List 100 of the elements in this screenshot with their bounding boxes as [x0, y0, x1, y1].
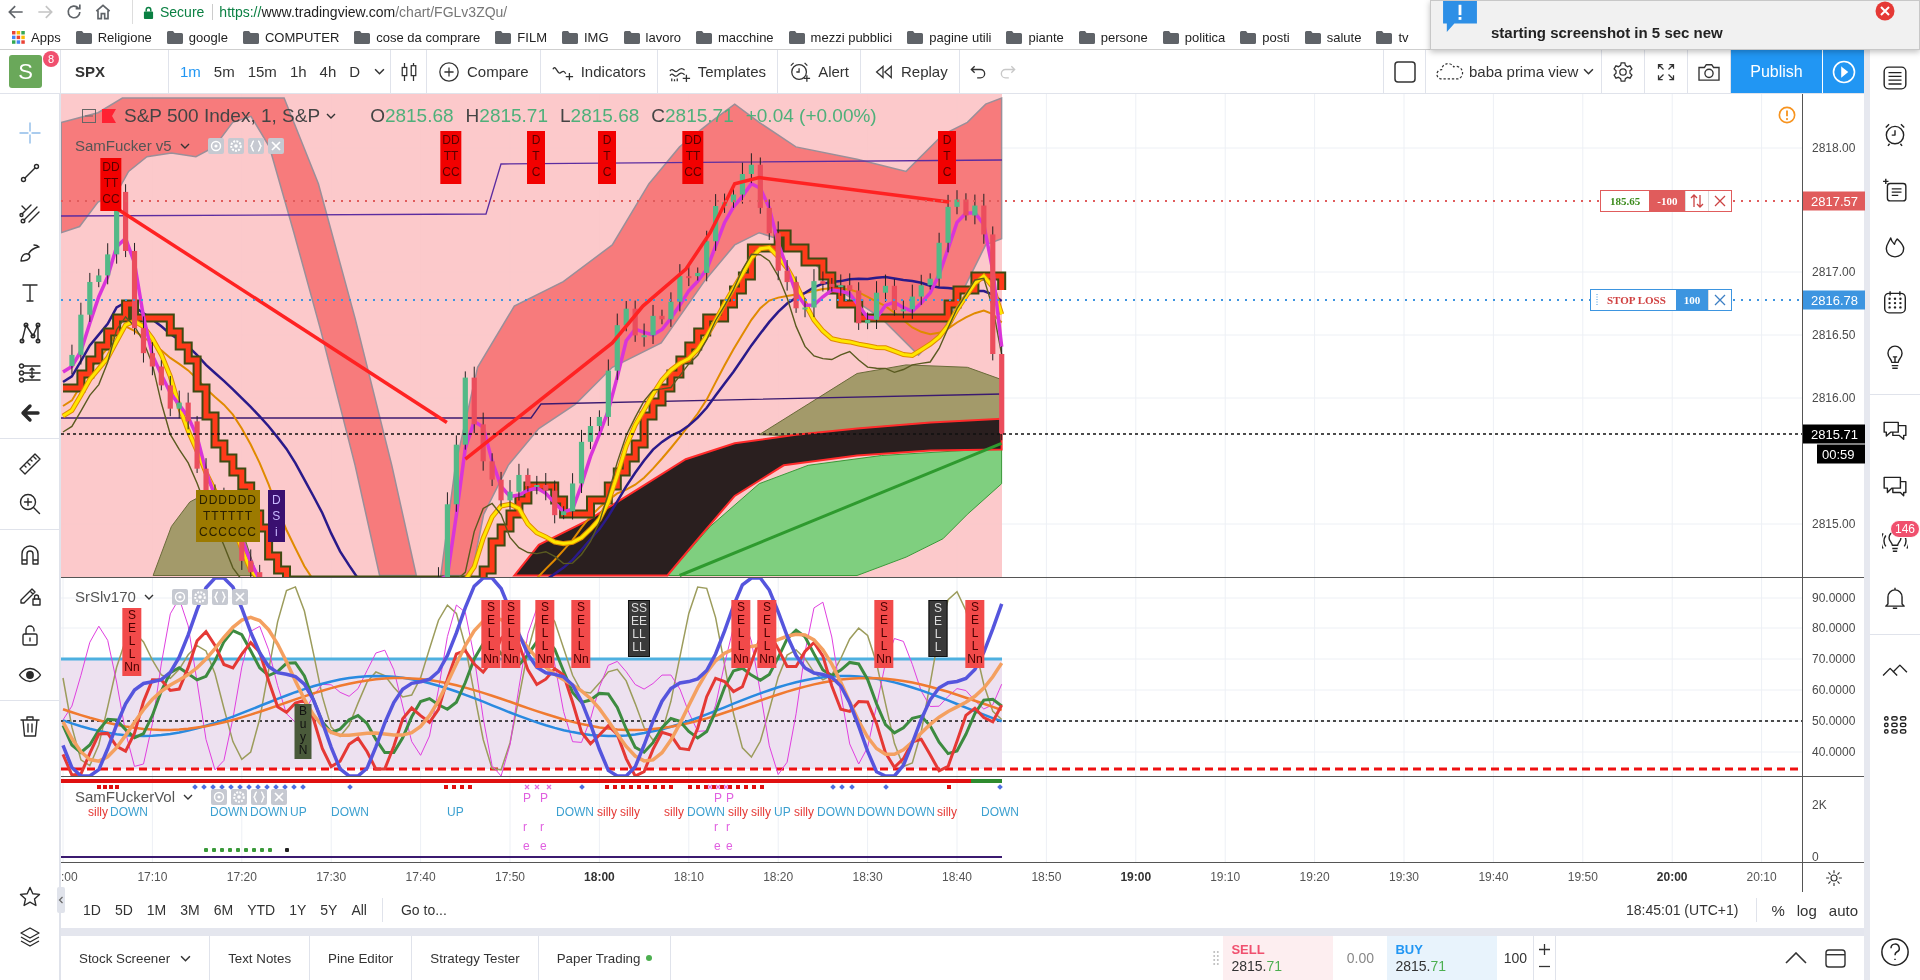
folder-icon[interactable] — [695, 30, 712, 44]
folder-icon[interactable] — [1240, 30, 1257, 44]
folder-icon[interactable] — [1376, 30, 1393, 44]
scale-button[interactable]: % — [1765, 896, 1791, 924]
collapse-tab-icon[interactable] — [57, 887, 65, 913]
range-button[interactable]: All — [344, 896, 374, 924]
compare-button[interactable]: Compare — [438, 60, 529, 83]
folder-icon[interactable] — [1304, 30, 1321, 44]
range-button[interactable]: 5Y — [313, 896, 345, 924]
bookmark-link[interactable]: posti — [1262, 29, 1290, 45]
templates-button[interactable]: Templates — [668, 60, 767, 83]
bell-icon[interactable] — [1882, 585, 1908, 611]
alert-button[interactable]: Alert — [789, 60, 849, 83]
help-icon[interactable] — [1880, 937, 1910, 967]
folder-icon[interactable] — [561, 30, 578, 44]
folder-icon[interactable] — [354, 30, 371, 44]
bookmark-link[interactable]: lavoro — [645, 29, 681, 45]
quantity-field[interactable]: 100 — [1497, 936, 1535, 980]
bookmark-link[interactable]: Religione — [97, 29, 152, 45]
panel-tab[interactable]: Strategy Tester — [412, 936, 539, 980]
star-icon[interactable] — [17, 885, 42, 909]
panel-tab[interactable]: Pine Editor — [310, 936, 413, 980]
symbol-search[interactable]: SPX — [75, 63, 105, 80]
range-button[interactable]: 3M — [173, 896, 207, 924]
interval-button[interactable]: 1h — [283, 56, 313, 87]
panel-tab[interactable]: Stock Screener — [61, 936, 211, 980]
interval-button[interactable]: 5m — [207, 56, 241, 87]
folder-icon[interactable] — [623, 30, 640, 44]
candles-icon[interactable] — [399, 60, 418, 83]
zoom-in-icon[interactable] — [17, 492, 42, 516]
panel-tab[interactable]: Paper Trading — [538, 936, 672, 980]
range-button[interactable]: 6M — [206, 896, 241, 924]
goto-button[interactable]: Go to... — [391, 896, 454, 924]
reload-icon[interactable] — [64, 2, 84, 22]
home-icon[interactable] — [93, 2, 113, 22]
bookmark-link[interactable]: politica — [1184, 29, 1226, 45]
folder-icon[interactable] — [166, 30, 183, 44]
bookmark-link[interactable]: google — [188, 29, 228, 45]
caret-icon[interactable] — [374, 68, 386, 75]
bookmark-link[interactable]: mezzi pubblici — [810, 29, 893, 45]
folder-icon[interactable] — [1078, 30, 1095, 44]
chevron-up-icon[interactable] — [1785, 952, 1807, 964]
folder-icon[interactable] — [242, 30, 259, 44]
range-button[interactable]: 1Y — [282, 896, 314, 924]
document-icon[interactable] — [1882, 177, 1908, 203]
range-button[interactable]: 5D — [107, 896, 140, 924]
plus-icon[interactable] — [1539, 944, 1551, 955]
list-icon[interactable] — [1882, 65, 1908, 91]
camera-icon[interactable] — [1697, 61, 1721, 82]
brush-icon[interactable] — [17, 241, 42, 265]
folder-icon[interactable] — [1006, 30, 1023, 44]
indicators-button[interactable]: Indicators — [551, 60, 646, 83]
bookmark-link[interactable]: FILM — [517, 29, 547, 45]
bookmark-link[interactable]: pagine utili — [929, 29, 992, 45]
scale-button[interactable]: log — [1790, 896, 1823, 924]
folder-icon[interactable] — [788, 30, 805, 44]
grip-icon[interactable] — [1213, 951, 1220, 965]
bookmark-link[interactable]: persone — [1100, 29, 1148, 45]
folder-icon[interactable] — [495, 30, 512, 44]
buy-button[interactable]: BUY 2815.71 — [1387, 936, 1498, 980]
collapse-icon[interactable] — [82, 109, 96, 123]
replay-button[interactable]: Replay — [871, 60, 948, 83]
indicator-name[interactable]: SrSlv170 — [75, 588, 136, 605]
bookmark-link[interactable]: cose da comprare — [376, 29, 481, 45]
fullscreen-icon[interactable] — [1656, 61, 1676, 82]
close-icon[interactable] — [1875, 1, 1895, 21]
grip-icon[interactable] — [1595, 293, 1599, 307]
caret-icon[interactable] — [183, 793, 194, 800]
interval-button[interactable]: 4h — [313, 56, 343, 87]
folder-icon[interactable] — [75, 30, 92, 44]
bookmark-link[interactable]: COMPUTER — [264, 29, 340, 45]
play-button[interactable] — [1822, 50, 1864, 93]
folder-icon[interactable] — [907, 30, 924, 44]
trash-icon[interactable] — [17, 714, 42, 738]
range-button[interactable]: YTD — [240, 896, 283, 924]
bookmark-link[interactable]: tv — [1398, 29, 1409, 45]
square-icon[interactable] — [1393, 60, 1416, 83]
sell-button[interactable]: SELL 2815.71 — [1223, 936, 1334, 980]
bookmark-link[interactable]: IMG — [583, 29, 609, 45]
symbol-title[interactable]: S&P 500 Index, 1, S&P — [124, 105, 321, 127]
window-icon[interactable] — [1825, 948, 1846, 968]
ruler-icon[interactable] — [17, 452, 42, 476]
range-button[interactable]: 1D — [76, 896, 108, 924]
bookmark-link[interactable]: macchine — [717, 29, 774, 45]
calendar-icon[interactable] — [1882, 289, 1908, 315]
bookmark-link[interactable]: salute — [1326, 29, 1362, 45]
bookmark-link[interactable]: piante — [1028, 29, 1064, 45]
address-bar[interactable]: Secure https://www.tradingview.com/chart/FGLv3ZQu/ — [132, 0, 508, 24]
settings-icon[interactable] — [1612, 60, 1634, 83]
quantity-label[interactable]: -100 — [1649, 191, 1686, 211]
settings-icon[interactable] — [1824, 868, 1843, 887]
interval-button[interactable]: D — [343, 56, 367, 87]
interval-button[interactable]: 15m — [241, 56, 283, 87]
pattern-icon[interactable] — [17, 321, 42, 345]
range-button[interactable]: 1M — [139, 896, 174, 924]
layout-button[interactable]: baba prima view — [1436, 63, 1595, 80]
scale-button[interactable]: auto — [1822, 896, 1864, 924]
folder-icon[interactable] — [1162, 30, 1179, 44]
measure-lines-icon[interactable] — [17, 361, 42, 385]
caret-icon[interactable] — [143, 593, 154, 600]
